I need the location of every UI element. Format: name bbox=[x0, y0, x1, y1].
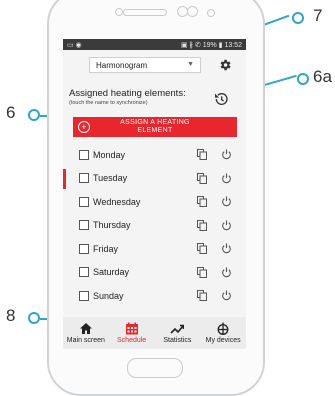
home-hardware-button[interactable] bbox=[127, 358, 183, 378]
top-bar: Harmonogram ▼ bbox=[63, 50, 246, 82]
day-row-sunday[interactable]: Sunday bbox=[63, 284, 246, 308]
status-right: ▣ ∦ ✆ 19% ▮ 13:52 bbox=[180, 41, 242, 49]
camera-icon bbox=[187, 6, 198, 17]
plus-icon: + bbox=[78, 121, 90, 133]
chevron-down-icon: ▼ bbox=[187, 61, 194, 68]
selected-indicator bbox=[63, 168, 66, 189]
day-checkbox[interactable] bbox=[79, 220, 89, 231]
callout-8: 8 bbox=[6, 306, 16, 325]
copy-icon[interactable] bbox=[197, 266, 207, 278]
copy-icon[interactable] bbox=[197, 290, 207, 302]
copy-icon[interactable] bbox=[197, 196, 207, 208]
nav-label: My devices bbox=[205, 337, 241, 344]
day-row-monday[interactable]: Monday bbox=[63, 143, 246, 167]
nav-my-devices[interactable]: My devices bbox=[200, 317, 246, 349]
day-label[interactable]: Tuesday bbox=[93, 173, 127, 183]
day-row-friday[interactable]: Friday bbox=[63, 237, 246, 261]
callout-6a-dot bbox=[297, 73, 309, 85]
history-icon[interactable] bbox=[213, 91, 229, 107]
day-checkbox[interactable] bbox=[79, 149, 89, 160]
copy-icon[interactable] bbox=[197, 172, 207, 184]
callout-7-dot bbox=[292, 12, 304, 24]
trend-icon bbox=[170, 324, 185, 334]
day-checkbox[interactable] bbox=[79, 290, 89, 301]
day-row-wednesday[interactable]: Wednesday bbox=[63, 190, 246, 214]
day-label[interactable]: Wednesday bbox=[93, 197, 140, 207]
day-row-thursday[interactable]: Thursday bbox=[63, 214, 246, 238]
assign-heating-element-button[interactable]: + ASSIGN A HEATING ELEMENT bbox=[73, 117, 237, 137]
power-icon[interactable] bbox=[221, 243, 232, 254]
nav-statistics[interactable]: Statistics bbox=[155, 317, 201, 349]
nav-label: Schedule bbox=[117, 337, 147, 344]
nav-label: Statistics bbox=[163, 337, 192, 344]
power-icon[interactable] bbox=[221, 290, 232, 301]
nav-schedule[interactable]: Schedule bbox=[109, 317, 155, 349]
day-list: Monday Tuesday Wednesday Thursday Friday bbox=[63, 143, 246, 308]
day-label[interactable]: Saturday bbox=[93, 267, 129, 277]
callout-6-dot bbox=[28, 109, 40, 121]
power-icon[interactable] bbox=[221, 149, 232, 160]
day-label[interactable]: Thursday bbox=[93, 220, 131, 230]
day-checkbox[interactable] bbox=[79, 267, 89, 278]
callout-8-dot bbox=[28, 312, 40, 324]
day-checkbox[interactable] bbox=[79, 243, 89, 254]
app-screen: ▭ ◉ ▣ ∦ ✆ 19% ▮ 13:52 Harmonogram ▼ Assi… bbox=[63, 39, 246, 349]
day-checkbox[interactable] bbox=[79, 173, 89, 184]
sensor-icon bbox=[115, 8, 123, 16]
power-icon[interactable] bbox=[221, 220, 232, 231]
day-label[interactable]: Friday bbox=[93, 244, 118, 254]
callout-6a: 6a bbox=[313, 67, 332, 86]
schedule-dropdown[interactable]: Harmonogram ▼ bbox=[89, 57, 201, 73]
day-label[interactable]: Sunday bbox=[93, 291, 124, 301]
sensor-icon bbox=[207, 9, 215, 17]
gear-icon[interactable] bbox=[218, 58, 232, 72]
bottom-navigation: Main screen Schedule Statistics My devic… bbox=[63, 317, 246, 349]
power-icon[interactable] bbox=[221, 173, 232, 184]
copy-icon[interactable] bbox=[197, 219, 207, 231]
copy-icon[interactable] bbox=[197, 149, 207, 161]
schedule-dropdown-value: Harmonogram bbox=[96, 60, 148, 70]
home-icon bbox=[79, 323, 92, 334]
status-left: ▭ ◉ bbox=[67, 41, 82, 49]
devices-icon bbox=[217, 322, 229, 335]
day-checkbox[interactable] bbox=[79, 196, 89, 207]
day-row-saturday[interactable]: Saturday bbox=[63, 261, 246, 285]
assign-heating-element-label: ASSIGN A HEATING ELEMENT bbox=[120, 119, 190, 134]
speaker-grille bbox=[123, 9, 167, 16]
callout-6: 6 bbox=[6, 103, 16, 122]
callout-7: 7 bbox=[313, 6, 323, 25]
nav-main-screen[interactable]: Main screen bbox=[63, 317, 109, 349]
day-row-tuesday[interactable]: Tuesday bbox=[63, 167, 246, 191]
calendar-icon bbox=[125, 322, 138, 335]
power-icon[interactable] bbox=[221, 267, 232, 278]
copy-icon[interactable] bbox=[197, 243, 207, 255]
day-label[interactable]: Monday bbox=[93, 150, 125, 160]
nav-label: Main screen bbox=[66, 337, 105, 344]
status-bar: ▭ ◉ ▣ ∦ ✆ 19% ▮ 13:52 bbox=[63, 39, 246, 50]
power-icon[interactable] bbox=[221, 196, 232, 207]
